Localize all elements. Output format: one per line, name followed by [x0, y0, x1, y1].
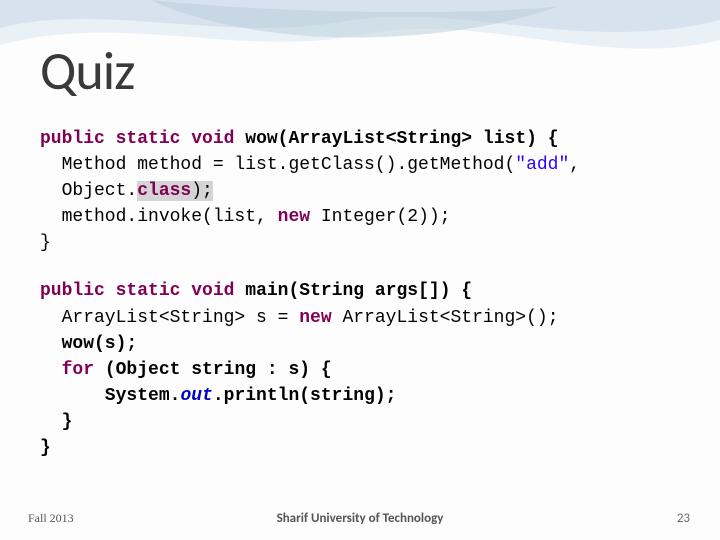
slide-number: 23: [677, 511, 690, 526]
slide-content: Quiz public static void wow(ArrayList<St…: [0, 0, 720, 461]
code-block-1: public static void wow(ArrayList<String>…: [40, 126, 680, 256]
slide-title: Quiz: [40, 38, 680, 104]
code-block-2: public static void main(String args[]) {…: [40, 278, 680, 461]
footer-center: Sharif University of Technology: [277, 511, 444, 526]
slide-footer: Fall 2013 Sharif University of Technolog…: [0, 511, 720, 526]
footer-left: Fall 2013: [28, 511, 74, 526]
